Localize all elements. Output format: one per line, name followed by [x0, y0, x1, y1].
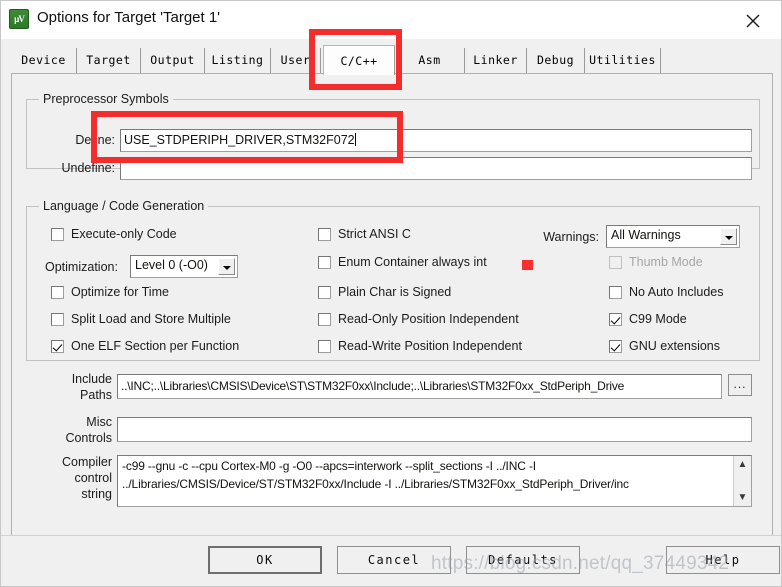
- checkbox-label: No Auto Includes: [629, 285, 724, 299]
- checkbox-box: [609, 313, 622, 326]
- undefine-label: Undefine:: [61, 161, 115, 175]
- scroll-down-icon[interactable]: ▼: [734, 489, 751, 506]
- include-paths-input[interactable]: ..\INC;..\Libraries\CMSIS\Device\ST\STM3…: [117, 374, 722, 399]
- checkbox-label: Plain Char is Signed: [338, 285, 452, 299]
- include-paths-label-line2: Paths: [80, 388, 112, 402]
- compiler-control-label-line1: Compiler: [61, 455, 112, 469]
- optimization-label: Optimization:: [45, 260, 118, 274]
- checkbox-label: Split Load and Store Multiple: [71, 312, 231, 326]
- close-icon[interactable]: [731, 5, 775, 35]
- checkbox-box: [51, 340, 64, 353]
- optimization-value: Level 0 (-O0): [135, 258, 208, 272]
- checkbox-label: Enum Container always int: [338, 255, 487, 269]
- text-caret: [354, 133, 356, 146]
- keil-uvision-icon: µV: [9, 9, 29, 29]
- compiler-control-label-line2: control: [74, 471, 112, 485]
- warnings-label: Warnings:: [543, 230, 599, 244]
- tab-user[interactable]: User: [271, 48, 321, 73]
- checkbox-box: [318, 256, 331, 269]
- c-cpp-panel: Preprocessor Symbols Define: USE_STDPERI…: [11, 74, 773, 537]
- undefine-input[interactable]: [120, 157, 752, 180]
- tab-listing[interactable]: Listing: [205, 48, 271, 73]
- title-bar: µV Options for Target 'Target 1': [1, 1, 781, 39]
- compiler-control-line-2: ../Libraries/CMSIS/Device/ST/STM32F0xx/I…: [122, 477, 629, 491]
- checkbox-box: [318, 286, 331, 299]
- define-label: Define:: [75, 133, 115, 147]
- checkbox-box: [318, 228, 331, 241]
- misc-controls-label-line2: Controls: [65, 431, 112, 445]
- ok-button[interactable]: OK: [208, 546, 322, 574]
- checkbox-box: [51, 313, 64, 326]
- scroll-up-icon[interactable]: ▲: [734, 456, 751, 473]
- checkbox-box: [318, 313, 331, 326]
- defaults-button[interactable]: Defaults: [466, 546, 580, 574]
- tab-bar: Device Target Output Listing User C/C++ …: [11, 45, 773, 75]
- compiler-control-line-1: -c99 --gnu -c --cpu Cortex-M0 -g -O0 --a…: [122, 459, 536, 473]
- dialog-button-bar: OK Cancel Defaults Help: [1, 535, 781, 586]
- tab-linker[interactable]: Linker: [465, 48, 527, 73]
- checkbox-label: C99 Mode: [629, 312, 687, 326]
- help-button[interactable]: Help: [666, 546, 780, 574]
- chevron-down-icon[interactable]: [720, 228, 737, 245]
- options-dialog: µV Options for Target 'Target 1' Device …: [0, 0, 782, 587]
- tab-target[interactable]: Target: [77, 48, 141, 73]
- warnings-value: All Warnings: [611, 228, 681, 242]
- include-paths-value: ..\INC;..\Libraries\CMSIS\Device\ST\STM3…: [121, 379, 625, 393]
- define-input[interactable]: USE_STDPERIPH_DRIVER,STM32F072: [120, 129, 752, 152]
- annotation-marker-dot: [522, 260, 533, 270]
- checkbox-label: Read-Only Position Independent: [338, 312, 519, 326]
- checkbox-label: Strict ANSI C: [338, 227, 411, 241]
- tab-debug[interactable]: Debug: [527, 48, 585, 73]
- checkbox-label: Optimize for Time: [71, 285, 169, 299]
- tab-utilities[interactable]: Utilities: [585, 48, 661, 73]
- tab-device[interactable]: Device: [11, 48, 77, 73]
- preprocessor-symbols-legend: Preprocessor Symbols: [39, 92, 173, 106]
- checkbox-box: [51, 228, 64, 241]
- page-title: Options for Target 'Target 1': [37, 9, 221, 26]
- checkbox-label: One ELF Section per Function: [71, 339, 240, 353]
- checkbox-box: [51, 286, 64, 299]
- checkbox-box: [609, 256, 622, 269]
- checkbox-box: [318, 340, 331, 353]
- misc-controls-label-line1: Misc: [86, 415, 112, 429]
- checkbox-label: Thumb Mode: [629, 255, 703, 269]
- include-paths-browse-button[interactable]: ...: [728, 374, 752, 396]
- checkbox-label: GNU extensions: [629, 339, 721, 353]
- compiler-control-string-input[interactable]: -c99 --gnu -c --cpu Cortex-M0 -g -O0 --a…: [117, 455, 752, 507]
- compiler-control-scrollbar[interactable]: ▲ ▼: [733, 456, 751, 506]
- language-code-generation-legend: Language / Code Generation: [39, 199, 209, 213]
- tab-output[interactable]: Output: [141, 48, 205, 73]
- misc-controls-input[interactable]: [117, 417, 752, 442]
- compiler-control-label-line3: string: [81, 487, 112, 501]
- checkbox-box: [609, 286, 622, 299]
- checkbox-label: Read-Write Position Independent: [338, 339, 522, 353]
- cancel-button[interactable]: Cancel: [337, 546, 451, 574]
- tab-asm[interactable]: Asm: [395, 48, 465, 73]
- include-paths-label-line1: Include: [71, 372, 112, 386]
- tab-c-cpp[interactable]: C/C++: [323, 45, 395, 75]
- warnings-select[interactable]: All Warnings: [606, 225, 740, 248]
- chevron-down-icon[interactable]: [218, 258, 235, 275]
- checkbox-label: Execute-only Code: [71, 227, 177, 241]
- define-input-value: USE_STDPERIPH_DRIVER,STM32F072: [124, 133, 355, 147]
- optimization-select[interactable]: Level 0 (-O0): [130, 255, 238, 278]
- checkbox-box: [609, 340, 622, 353]
